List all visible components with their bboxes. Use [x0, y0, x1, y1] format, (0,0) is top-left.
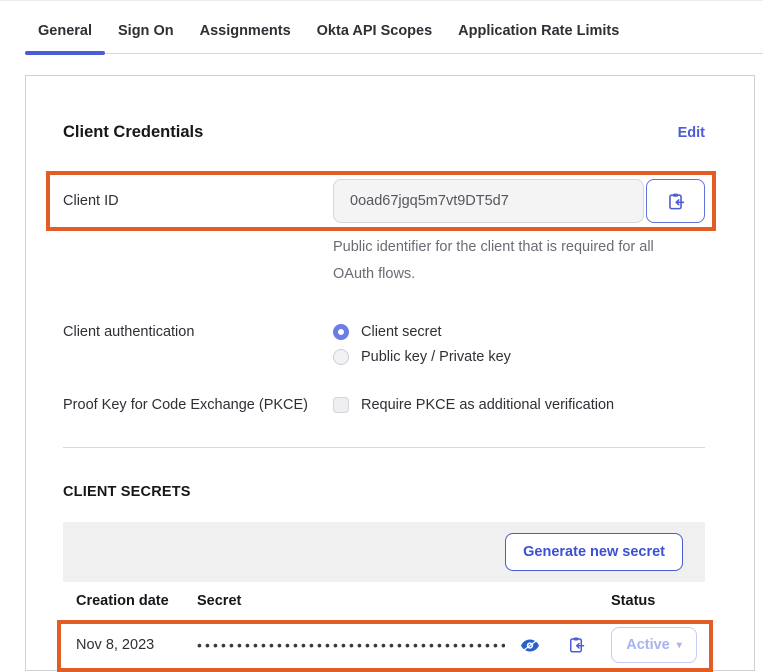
edit-link[interactable]: Edit: [678, 125, 705, 141]
tab-okta-api-scopes[interactable]: Okta API Scopes: [304, 10, 446, 53]
reveal-secret-button[interactable]: [521, 639, 539, 652]
tab-general[interactable]: General: [25, 10, 105, 53]
radio-option-client-secret[interactable]: Client secret: [333, 324, 511, 340]
client-secrets-title: CLIENT SECRETS: [63, 484, 705, 500]
checkbox-unchecked-icon[interactable]: [333, 397, 349, 413]
radio-option-public-private-key[interactable]: Public key / Private key: [333, 349, 511, 365]
copy-client-id-button[interactable]: [646, 179, 705, 223]
client-id-field[interactable]: 0oad67jgq5m7vt9DT5d7: [333, 179, 644, 223]
client-id-row: Client ID 0oad67jgq5m7vt9DT5d7: [63, 178, 705, 224]
client-authentication-row: Client authentication Client secret Publ…: [63, 324, 705, 365]
generate-new-secret-button[interactable]: Generate new secret: [505, 533, 683, 571]
tab-assignments[interactable]: Assignments: [187, 10, 304, 53]
radio-selected-icon[interactable]: [333, 324, 349, 340]
eye-icon: [521, 639, 539, 652]
section-divider: [63, 447, 705, 448]
secret-table-row: Nov 8, 2023 ••••••••••••••••••••••••••••…: [63, 622, 705, 670]
pkce-checkbox-option[interactable]: Require PKCE as additional verification: [333, 397, 614, 413]
clipboard-copy-icon: [666, 192, 685, 211]
pkce-row: Proof Key for Code Exchange (PKCE) Requi…: [63, 397, 705, 413]
radio-label: Client secret: [361, 324, 442, 340]
secrets-table-header: Creation date Secret Status: [63, 582, 705, 622]
header-secret: Secret: [197, 593, 607, 609]
status-label: Active: [626, 637, 670, 653]
client-id-help-text: Public identifier for the client that is…: [333, 234, 669, 288]
tab-sign-on[interactable]: Sign On: [105, 10, 187, 53]
clipboard-copy-icon: [567, 636, 585, 654]
radio-label: Public key / Private key: [361, 349, 511, 365]
masked-secret-value: ••••••••••••••••••••••••••••••••••••••••: [197, 637, 505, 653]
client-credentials-title: Client Credentials: [63, 123, 203, 142]
client-secrets-toolbar: Generate new secret: [63, 522, 705, 582]
client-id-label: Client ID: [63, 193, 333, 209]
pkce-option-label: Require PKCE as additional verification: [361, 397, 614, 413]
general-settings-card: Client Credentials Edit Client ID 0oad67…: [25, 75, 755, 671]
secret-creation-date: Nov 8, 2023: [63, 637, 197, 653]
copy-secret-button[interactable]: [567, 636, 585, 654]
pkce-label: Proof Key for Code Exchange (PKCE): [63, 397, 333, 413]
status-dropdown-button[interactable]: Active ▾: [611, 627, 697, 663]
app-tab-bar: General Sign On Assignments Okta API Sco…: [25, 10, 763, 54]
tab-application-rate-limits[interactable]: Application Rate Limits: [445, 10, 632, 53]
header-creation-date: Creation date: [63, 593, 197, 609]
chevron-down-icon: ▾: [677, 640, 682, 651]
header-status: Status: [607, 593, 705, 609]
client-authentication-label: Client authentication: [63, 324, 333, 340]
radio-unselected-icon[interactable]: [333, 349, 349, 365]
